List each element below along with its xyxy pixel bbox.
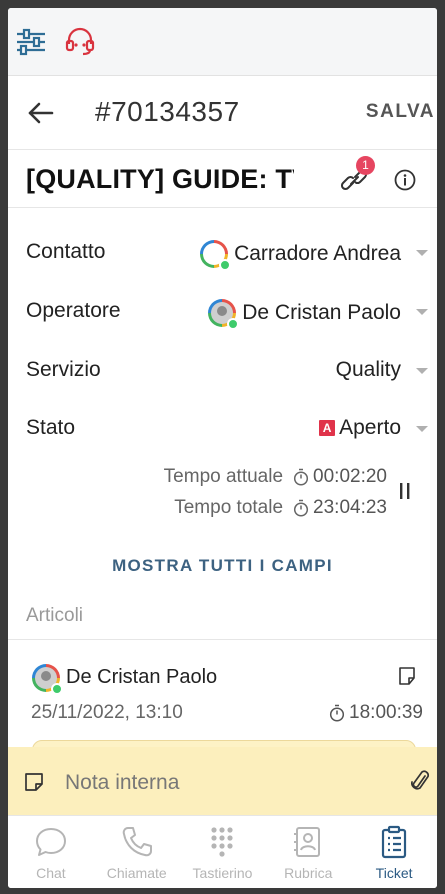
contact-avatar [200, 240, 232, 271]
bottom-navigation: Chat Chiamate Tastierino Rubrica Ticket [8, 815, 437, 888]
ticket-title-row: [QUALITY] GUIDE: TVO 1 [8, 150, 437, 208]
link-count-badge: 1 [356, 156, 375, 175]
nav-tastierino[interactable]: Tastierino [180, 816, 266, 888]
field-operatore[interactable]: Operatore De Cristan Paolo [8, 291, 437, 331]
contacts-icon [291, 825, 325, 859]
author-avatar [32, 664, 63, 695]
top-toolbar [8, 8, 437, 76]
ticket-icon [377, 825, 411, 859]
paperclip-icon[interactable] [411, 769, 431, 793]
nav-ticket[interactable]: Ticket [351, 816, 437, 888]
timer-value: 00:02:20 [313, 466, 387, 487]
nav-chiamate[interactable]: Chiamate [94, 816, 180, 888]
nav-label: Chiamate [106, 865, 167, 881]
field-stato[interactable]: Stato A Aperto [8, 408, 437, 448]
filter-sliders-icon[interactable] [13, 24, 49, 60]
chevron-down-icon[interactable] [416, 368, 428, 374]
show-all-fields-button[interactable]: MOSTRA TUTTI I CAMPI [8, 556, 437, 576]
save-button[interactable]: SALVA [366, 101, 435, 123]
timer-current: Tempo attuale 00:02:20 [164, 466, 387, 488]
nav-label: Ticket [375, 865, 413, 881]
keypad-icon [205, 825, 239, 859]
field-contatto[interactable]: Contatto Carradore Andrea [8, 232, 437, 272]
chat-icon [34, 825, 68, 859]
articles-heading: Articoli [26, 605, 84, 626]
stopwatch-icon [293, 499, 309, 517]
nav-label: Tastierino [192, 865, 253, 881]
ticket-id: #70134357 [95, 96, 240, 127]
headset-icon[interactable] [62, 24, 98, 60]
nav-label: Rubrica [284, 865, 333, 881]
internal-note-input[interactable]: Nota interna [65, 771, 179, 795]
online-status-dot [227, 318, 240, 330]
timer-label: Tempo totale [174, 497, 284, 518]
stopwatch-icon [329, 704, 345, 722]
pause-icon[interactable] [398, 482, 412, 500]
article-author: De Cristan Paolo [66, 666, 218, 688]
device-frame: #70134357 SALVA [QUALITY] GUIDE: TVO 1 [0, 0, 445, 894]
nav-label: Chat [36, 865, 66, 881]
chevron-down-icon[interactable] [416, 250, 428, 256]
online-status-dot [219, 259, 232, 271]
phone-icon [120, 825, 154, 859]
timer-value: 23:04:23 [313, 497, 387, 518]
operator-avatar [208, 299, 240, 330]
article-duration: 18:00:39 [329, 702, 423, 724]
ticket-header: #70134357 SALVA [8, 76, 437, 150]
nav-chat[interactable]: Chat [8, 816, 94, 888]
field-label: Contatto [26, 240, 106, 263]
internal-note-bar[interactable]: Nota interna [8, 747, 437, 815]
field-label: Stato [26, 416, 76, 439]
info-icon[interactable] [394, 169, 416, 191]
online-status-dot [51, 683, 63, 695]
article-date: 25/11/2022, 13:10 [31, 702, 183, 723]
field-value: Quality [335, 358, 401, 381]
articles-header: Articoli [8, 596, 437, 640]
field-label: Operatore [26, 299, 121, 322]
chevron-down-icon[interactable] [416, 426, 428, 432]
field-label: Servizio [26, 358, 101, 381]
field-value: Carradore Andrea [200, 240, 401, 271]
chevron-down-icon[interactable] [416, 309, 428, 315]
field-servizio[interactable]: Servizio Quality [8, 350, 437, 390]
timer-label: Tempo attuale [163, 466, 284, 487]
field-value: De Cristan Paolo [208, 299, 401, 330]
note-icon [397, 666, 417, 686]
back-arrow-icon[interactable] [24, 98, 58, 128]
timer-total: Tempo totale 23:04:23 [174, 497, 387, 519]
status-open-icon: A [319, 420, 336, 436]
app-screen: #70134357 SALVA [QUALITY] GUIDE: TVO 1 [8, 8, 437, 888]
stopwatch-icon [293, 468, 309, 486]
note-icon [23, 771, 45, 793]
field-value: A Aperto [319, 416, 401, 440]
nav-rubrica[interactable]: Rubrica [265, 816, 351, 888]
ticket-title: [QUALITY] GUIDE: TVO [26, 164, 294, 194]
